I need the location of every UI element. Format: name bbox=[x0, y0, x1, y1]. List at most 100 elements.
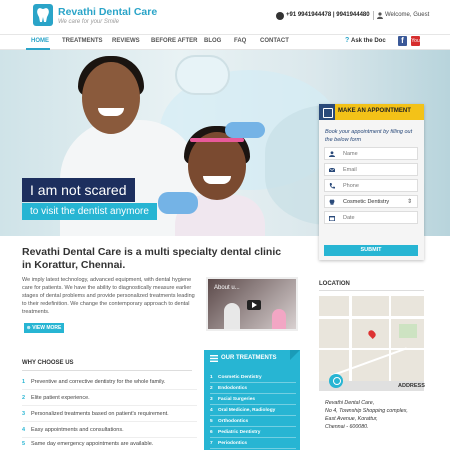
brand-tagline: We care for your Smile bbox=[58, 19, 119, 25]
nav-faq[interactable]: FAQ bbox=[234, 38, 246, 44]
location-divider bbox=[319, 290, 424, 291]
appointment-description: Book your appointment by filling out the… bbox=[325, 129, 413, 143]
email-field[interactable]: Email bbox=[324, 163, 418, 176]
site-header: Revathi Dental Care We care for your Smi… bbox=[0, 0, 450, 34]
treatment-link-cosmetic-dentistry[interactable]: 1 Cosmetic Dentistry bbox=[210, 372, 296, 383]
list-number: 4 bbox=[22, 427, 26, 433]
tooth-icon bbox=[329, 199, 335, 205]
treatment-label: Orthodontics bbox=[218, 419, 249, 424]
treatment-label: Endodontics bbox=[218, 386, 248, 391]
address-line: Revathi Dental Care, bbox=[325, 400, 375, 406]
dentist-glove bbox=[225, 122, 265, 138]
play-icon[interactable] bbox=[247, 300, 261, 310]
treatment-link-periodontics[interactable]: 7 Periodontics bbox=[210, 438, 296, 449]
treatment-link-pediatric-dentistry[interactable]: 6 Pediatric Dentistry bbox=[210, 427, 296, 438]
treatment-link-oral-medicine[interactable]: 4 Oral Medicine, Radiology bbox=[210, 405, 296, 416]
video-thumbnail-figure bbox=[272, 309, 286, 329]
question-icon: ? bbox=[345, 37, 350, 44]
user-icon bbox=[329, 151, 335, 157]
list-item: 1 Preventive and corrective dentistry fo… bbox=[22, 374, 197, 390]
about-video[interactable]: About u... bbox=[206, 277, 298, 331]
name-placeholder: Name bbox=[343, 151, 358, 157]
treatment-label: Facial Surgeries bbox=[218, 397, 256, 402]
treatment-link-orthodontics[interactable]: 5 Orthodontics bbox=[210, 416, 296, 427]
intro-paragraph: We imply latest technology, advanced equ… bbox=[22, 277, 195, 315]
hero-caption-secondary: to visit the dentist anymore bbox=[22, 203, 157, 220]
list-number: 2 bbox=[22, 395, 26, 401]
list-number: 5 bbox=[22, 441, 26, 447]
map-road bbox=[331, 347, 407, 377]
calendar-icon bbox=[329, 216, 335, 221]
dentist-figure bbox=[98, 108, 124, 116]
appointment-body: Book your appointment by filling out the… bbox=[319, 120, 424, 260]
ask-the-doc-link[interactable]: Ask the Doc bbox=[351, 38, 386, 44]
facebook-icon[interactable]: f bbox=[398, 36, 407, 46]
envelope-icon bbox=[329, 167, 335, 172]
header-divider bbox=[373, 11, 374, 20]
nav-reviews[interactable]: REVIEWS bbox=[112, 38, 140, 44]
patient-figure bbox=[188, 132, 246, 200]
list-item: 3 Personalized treatments based on patie… bbox=[22, 406, 197, 422]
treatment-select[interactable]: Cosmetic Dentistry ⇕ bbox=[324, 195, 418, 208]
list-icon bbox=[210, 355, 218, 362]
brand-name[interactable]: Revathi Dental Care bbox=[58, 6, 157, 18]
treatment-link-facial-surgeries[interactable]: 3 Facial Surgeries bbox=[210, 394, 296, 405]
phone-placeholder: Phone bbox=[343, 183, 359, 189]
phone-field[interactable]: Phone bbox=[324, 179, 418, 192]
address-line: No 4, Township Shopping complex, bbox=[325, 408, 408, 414]
name-field[interactable]: Name bbox=[324, 147, 418, 160]
location-heading: LOCATION bbox=[319, 281, 350, 287]
date-field[interactable]: Date bbox=[324, 211, 418, 224]
address-line: East Avenue, Korattur, bbox=[325, 416, 378, 422]
date-placeholder: Date bbox=[343, 215, 355, 221]
dental-lamp-graphic bbox=[175, 55, 230, 95]
list-text: Personalized treatments based on patient… bbox=[31, 411, 169, 417]
video-title: About u... bbox=[214, 285, 240, 291]
list-number: 6 bbox=[210, 430, 213, 435]
video-thumbnail-figure bbox=[224, 303, 240, 329]
tooth-logo-icon[interactable] bbox=[33, 4, 53, 26]
treatment-label: Periodontics bbox=[218, 441, 248, 446]
treatment-label: Pediatric Dentistry bbox=[218, 430, 261, 435]
submit-button[interactable]: SUBMIT bbox=[324, 245, 418, 256]
treatment-label: Cosmetic Dentistry bbox=[218, 375, 262, 380]
calendar-icon bbox=[319, 104, 335, 120]
list-item: 5 Same day emergency appointments are av… bbox=[22, 436, 197, 450]
address-label: ADDRESS bbox=[398, 383, 425, 389]
list-text: Preventive and corrective dentistry for … bbox=[31, 379, 166, 385]
why-divider bbox=[22, 370, 192, 371]
map-road bbox=[319, 348, 424, 350]
nav-treatments[interactable]: TREATMENTS bbox=[62, 38, 103, 44]
list-number: 1 bbox=[22, 379, 26, 385]
phone-icon bbox=[329, 183, 335, 189]
list-text: Same day emergency appointments are avai… bbox=[31, 441, 154, 447]
view-more-button[interactable]: ⊕ VIEW MORE bbox=[24, 323, 64, 333]
list-number: 2 bbox=[210, 386, 213, 391]
treatment-link-endodontics[interactable]: 2 Endodontics bbox=[210, 383, 296, 394]
email-placeholder: Email bbox=[343, 167, 357, 173]
map-park bbox=[399, 324, 417, 338]
nav-home[interactable]: HOME bbox=[31, 38, 49, 44]
list-number: 3 bbox=[22, 411, 26, 417]
treatments-title: OUR TREATMENTS bbox=[221, 355, 277, 361]
patient-figure bbox=[203, 176, 231, 184]
list-text: Easy appointments and consultations. bbox=[31, 427, 124, 433]
dentist-figure bbox=[82, 62, 140, 134]
phone-numbers[interactable]: +91 9941944478 | 9941944480 bbox=[286, 12, 370, 18]
user-icon bbox=[377, 12, 383, 19]
dentist-glove bbox=[158, 192, 198, 214]
chevron-updown-icon: ⇕ bbox=[406, 199, 412, 205]
list-number: 5 bbox=[210, 419, 213, 424]
corner-fold bbox=[290, 350, 300, 360]
list-number: 3 bbox=[210, 397, 213, 402]
youtube-icon[interactable]: You bbox=[411, 36, 420, 46]
view-more-label: VIEW MORE bbox=[32, 325, 62, 331]
list-item: 2 Elite patient experience. bbox=[22, 390, 197, 406]
appointment-form: MAKE AN APPOINTMENT Book your appointmen… bbox=[319, 104, 424, 260]
nav-before-after[interactable]: BEFORE AFTER bbox=[151, 38, 197, 44]
nav-blog[interactable]: BLOG bbox=[204, 38, 221, 44]
nav-contact[interactable]: CONTACT bbox=[260, 38, 289, 44]
treatments-panel: OUR TREATMENTS 1 Cosmetic Dentistry 2 En… bbox=[204, 350, 300, 450]
map-road bbox=[319, 316, 424, 319]
welcome-guest[interactable]: Welcome, Guest bbox=[385, 12, 429, 18]
